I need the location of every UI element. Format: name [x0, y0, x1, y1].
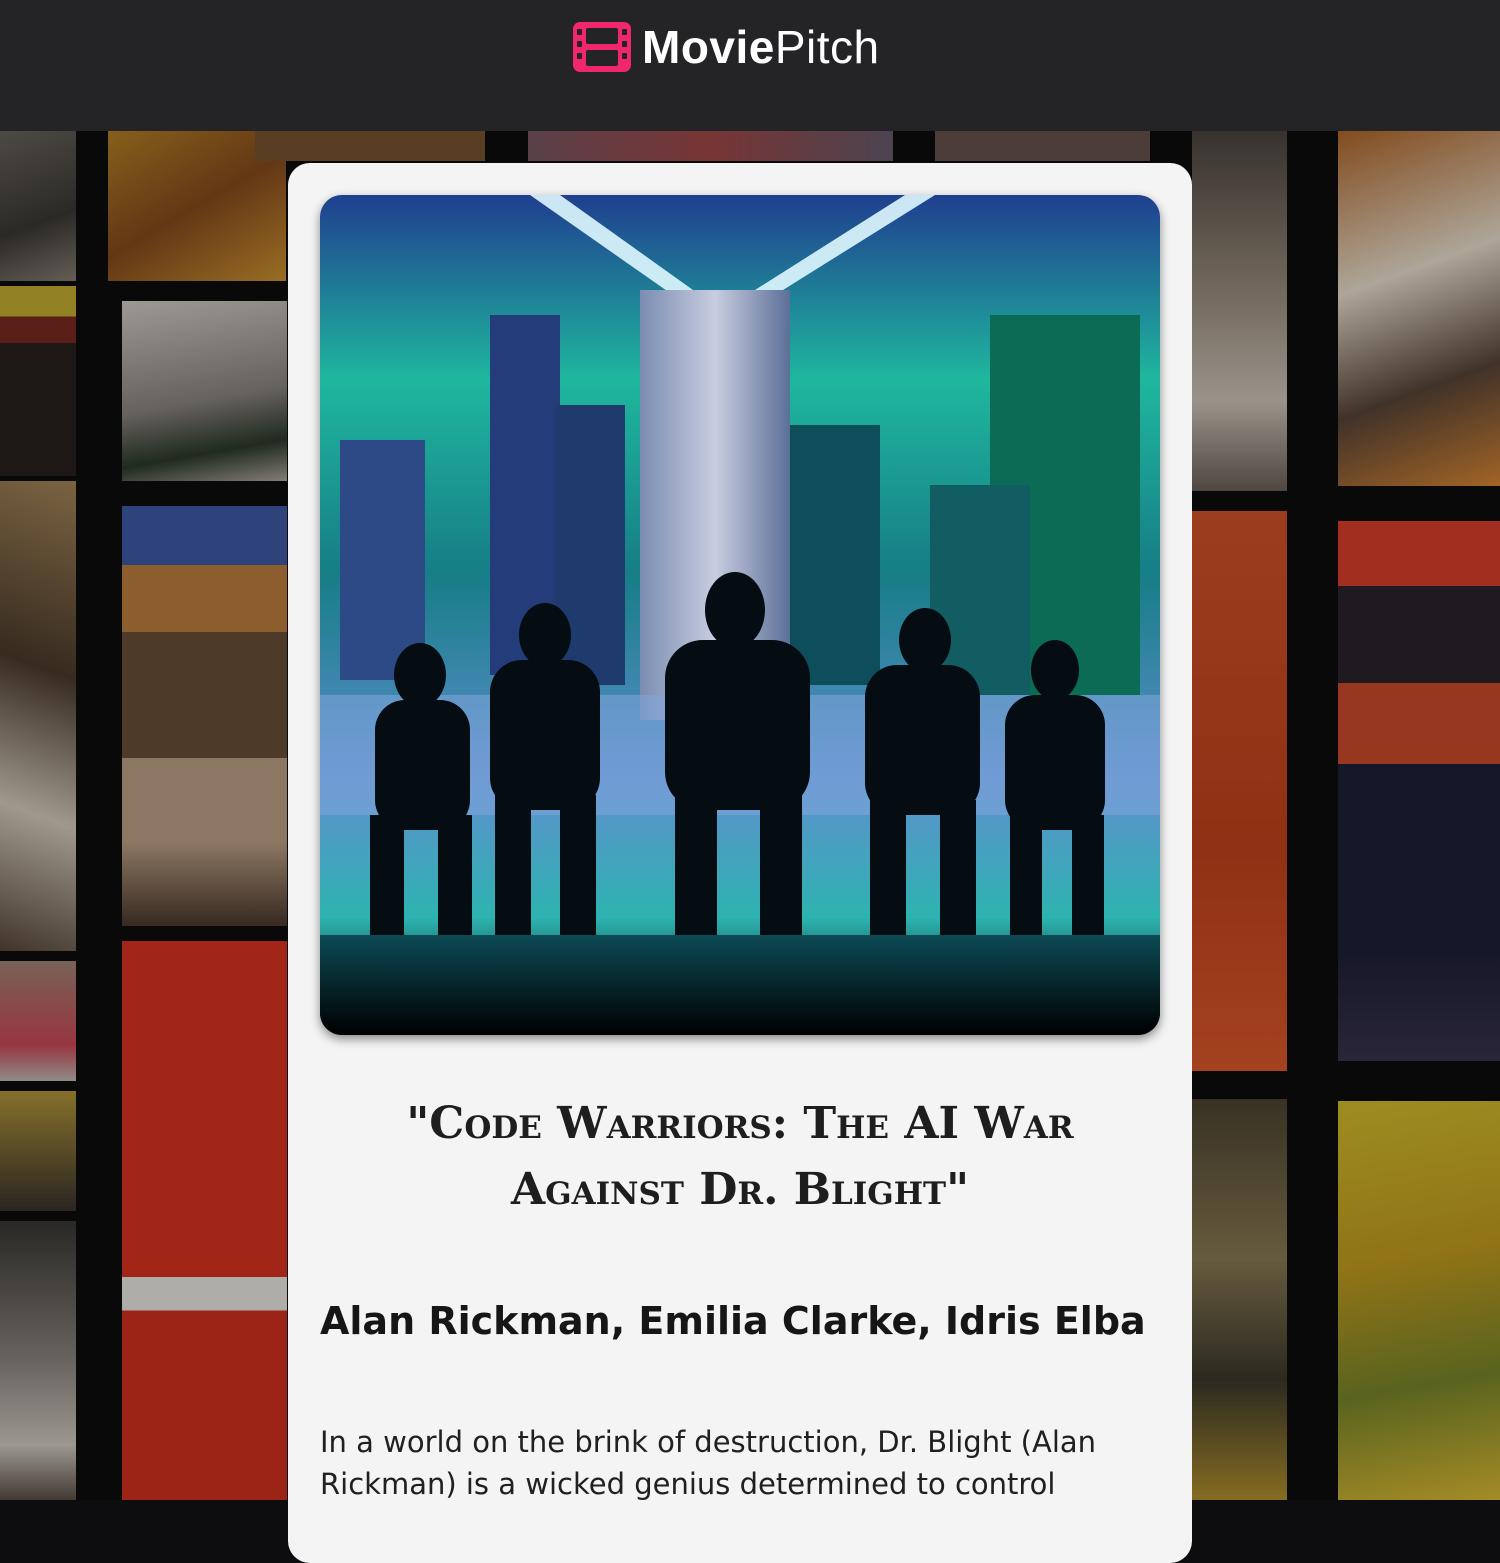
brand-name-light: Pitch: [774, 21, 880, 73]
movie-pitch-card: "Code Warriors: The AI War Against Dr. B…: [288, 163, 1192, 1563]
movie-poster-image: [320, 195, 1160, 1035]
film-strip-icon: [573, 22, 631, 72]
movie-title: "Code Warriors: The AI War Against Dr. B…: [406, 1098, 1074, 1215]
cast-list: Alan Rickman, Emilia Clarke, Idris Elba: [320, 1299, 1146, 1343]
top-header: MoviePitch: [0, 0, 1500, 131]
brand-name-bold: Movie: [642, 21, 775, 73]
brand-logo[interactable]: MoviePitch: [572, 20, 880, 74]
movie-synopsis: In a world on the brink of destruction, …: [320, 1425, 1097, 1501]
brand-name: MoviePitch: [642, 24, 880, 70]
poster-illustration: [320, 195, 1160, 1035]
